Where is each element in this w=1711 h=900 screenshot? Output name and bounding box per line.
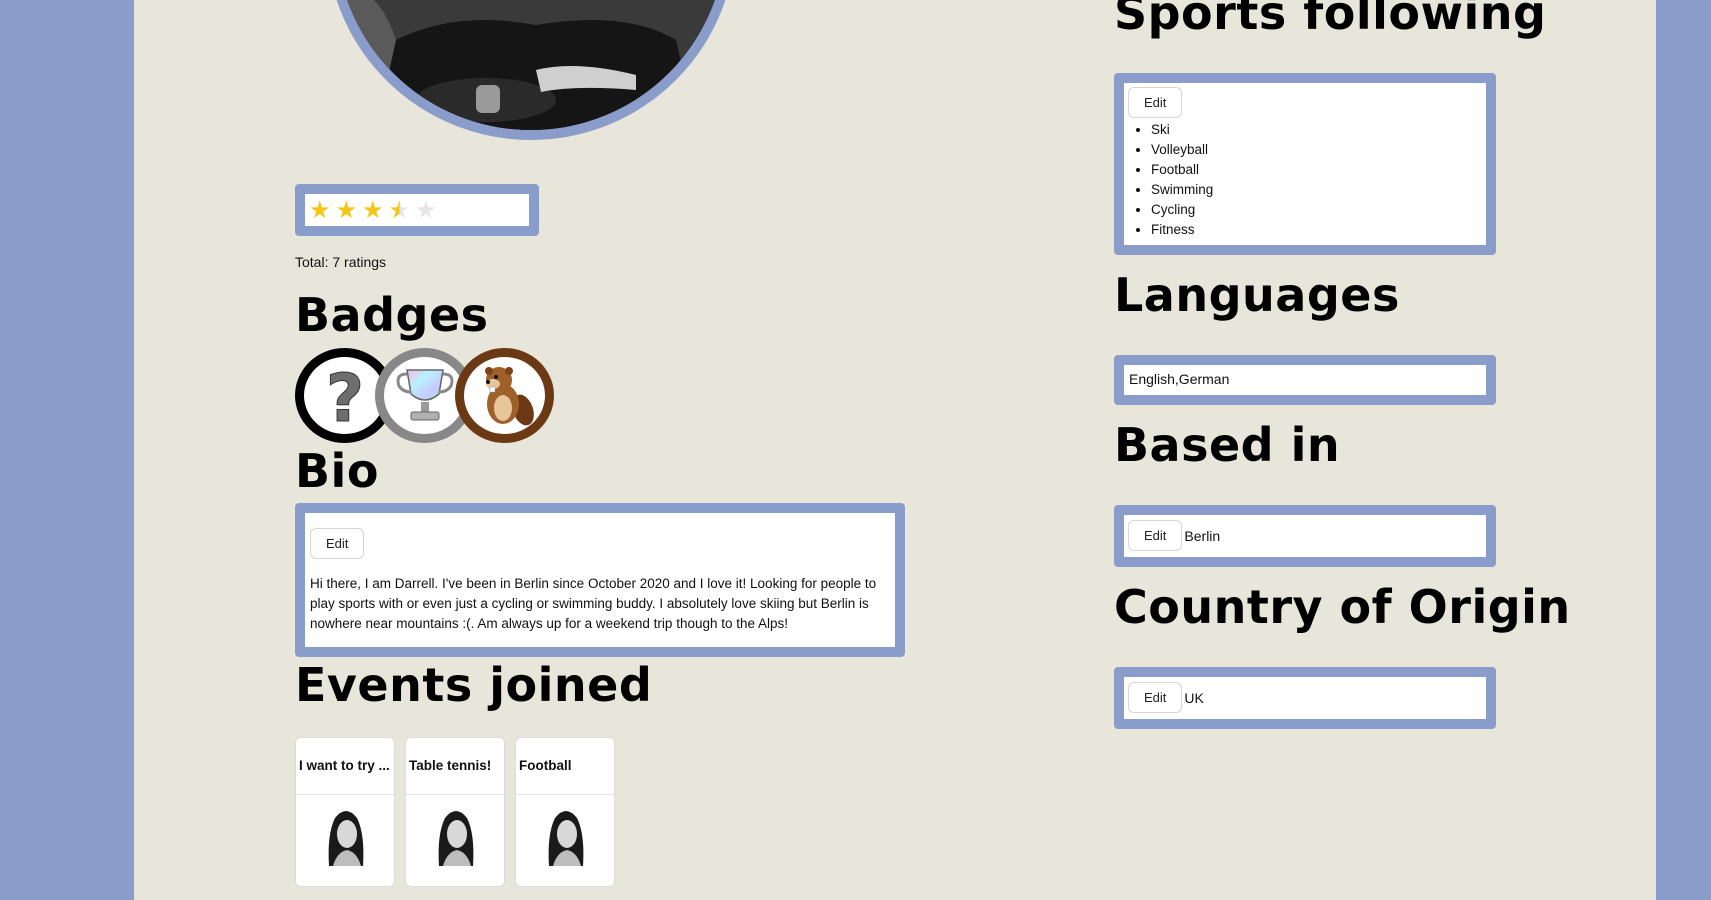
based-in-edit-button[interactable]: Edit (1128, 520, 1183, 551)
based-in-box: Edit Berlin (1114, 505, 1496, 567)
event-card[interactable]: Football (515, 737, 615, 887)
star-half-icon[interactable]: ★ (389, 196, 411, 224)
sports-list: SkiVolleyballFootballSwimmingCyclingFitn… (1124, 120, 1213, 240)
based-in-heading: Based in (1114, 418, 1341, 472)
event-card-divider (516, 794, 614, 795)
trophy-icon (396, 368, 453, 420)
event-card-divider (406, 794, 504, 795)
event-card-title: Table tennis! (409, 758, 492, 773)
sport-item: Volleyball (1151, 140, 1213, 160)
bio-box: Edit Hi there, I am Darrell. I've been i… (295, 503, 905, 657)
profile-photo (326, 0, 736, 140)
sport-item: Swimming (1151, 180, 1213, 200)
organizer-avatar-icon (438, 811, 474, 866)
event-card[interactable]: Table tennis! (405, 737, 505, 887)
events-heading: Events joined (295, 658, 653, 712)
languages-heading: Languages (1114, 268, 1400, 322)
badges-heading: Badges (295, 288, 489, 342)
profile-page: ★ ★ ★ ★ ★ Total: 7 ratings Badges ? Bio … (134, 0, 1656, 900)
bio-heading: Bio (295, 444, 379, 498)
total-ratings-text: Total: 7 ratings (295, 254, 387, 270)
footer-edge (134, 893, 1656, 900)
event-card-divider (296, 794, 394, 795)
bio-edit-button[interactable]: Edit (310, 528, 365, 559)
languages-box: English,German (1114, 355, 1496, 405)
sport-item: Ski (1151, 120, 1213, 140)
star-full-icon[interactable]: ★ (336, 196, 358, 224)
sport-item: Fitness (1151, 220, 1213, 240)
country-of-origin-heading: Country of Origin (1114, 580, 1571, 634)
languages-value: English,German (1129, 371, 1230, 387)
question-mark-icon: ? (325, 361, 364, 431)
svg-text:?: ? (325, 361, 363, 431)
bio-text: Hi there, I am Darrell. I've been in Ber… (310, 576, 877, 631)
star-rating: ★ ★ ★ ★ ★ (309, 196, 437, 224)
rating-box: ★ ★ ★ ★ ★ (295, 184, 539, 236)
based-in-value: Berlin (1184, 527, 1221, 544)
event-card[interactable]: I want to try ... (295, 737, 395, 887)
star-empty-icon[interactable]: ★ (415, 196, 437, 224)
sports-edit-button[interactable]: Edit (1128, 87, 1183, 118)
country-of-origin-value: UK (1184, 689, 1204, 706)
organizer-avatar-icon (328, 811, 364, 866)
sport-item: Football (1151, 160, 1213, 180)
country-of-origin-box: Edit UK (1114, 667, 1496, 729)
sports-box: Edit SkiVolleyballFootballSwimmingCyclin… (1114, 73, 1496, 255)
country-of-origin-edit-button[interactable]: Edit (1128, 682, 1183, 713)
sports-heading: Sports following (1114, 0, 1547, 40)
beaver-icon (484, 366, 534, 425)
star-full-icon[interactable]: ★ (362, 196, 384, 224)
event-card-title: I want to try ... (299, 758, 390, 773)
star-full-icon[interactable]: ★ (309, 196, 331, 224)
badge-beaver[interactable] (455, 348, 554, 443)
organizer-avatar-icon (548, 811, 584, 866)
profile-photo-image (336, 0, 726, 130)
event-card-title: Football (519, 758, 572, 773)
sport-item: Cycling (1151, 200, 1213, 220)
